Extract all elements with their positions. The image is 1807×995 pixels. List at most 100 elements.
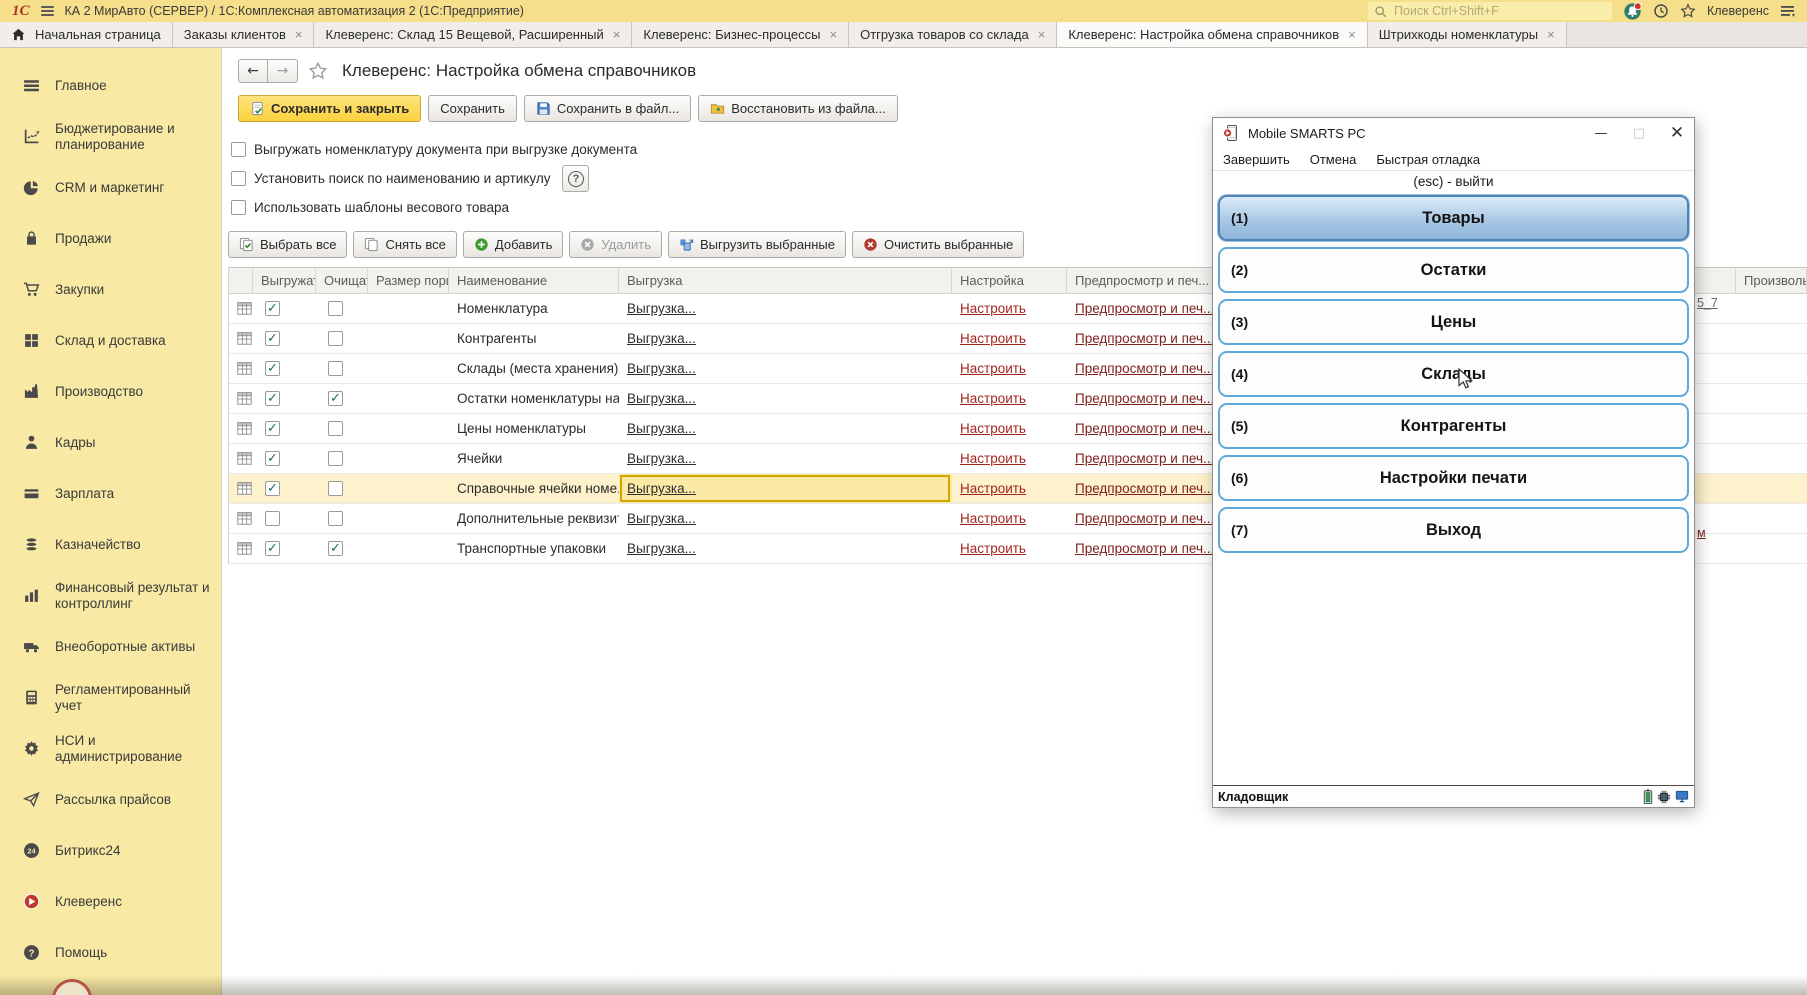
sidebar-item-6[interactable]: Производство <box>0 366 221 417</box>
preview-link[interactable]: Предпросмотр и печ... <box>1075 451 1214 466</box>
favorite-star-icon[interactable] <box>308 61 328 81</box>
configure-link[interactable]: Настроить <box>960 481 1026 496</box>
preview-link[interactable]: Предпросмотр и печ... <box>1075 391 1214 406</box>
unselect-all-button[interactable]: Снять все <box>353 231 456 258</box>
upload-checkbox[interactable] <box>265 331 280 346</box>
clear-checkbox[interactable] <box>328 541 343 556</box>
upload-link[interactable]: Выгрузка... <box>627 301 696 316</box>
sidebar-item-4[interactable]: Закупки <box>0 264 221 315</box>
window-menu-item-1[interactable]: Отмена <box>1310 152 1357 167</box>
back-button[interactable]: ← <box>238 59 268 83</box>
add-button[interactable]: Добавить <box>463 231 563 258</box>
tab-2[interactable]: Клеверенс: Склад 15 Вещевой, Расширенный… <box>314 22 632 47</box>
clear-checkbox[interactable] <box>328 421 343 436</box>
clear-checkbox[interactable] <box>328 481 343 496</box>
preview-link[interactable]: Предпросмотр и печ... <box>1075 331 1214 346</box>
notifications-bell-icon[interactable] <box>1623 2 1642 21</box>
close-tab-icon[interactable]: × <box>1038 28 1046 41</box>
clear-selected-button[interactable]: Очистить выбранные <box>852 231 1024 258</box>
help-button[interactable]: ? <box>562 165 589 192</box>
tab-1[interactable]: Заказы клиентов× <box>173 22 315 47</box>
checkbox-search-by-name[interactable] <box>231 171 246 186</box>
mobile-menu-button-3[interactable]: (3)Цены <box>1218 299 1689 345</box>
close-tab-icon[interactable]: × <box>1348 28 1356 41</box>
upload-link[interactable]: Выгрузка... <box>627 421 696 436</box>
upload-checkbox[interactable] <box>265 391 280 406</box>
configure-link[interactable]: Настроить <box>960 301 1026 316</box>
sidebar-item-0[interactable]: Главное <box>0 60 221 111</box>
sidebar-item-16[interactable]: Клеверенс <box>0 876 221 927</box>
preview-link[interactable]: Предпросмотр и печ... <box>1075 481 1214 496</box>
sidebar-item-9[interactable]: Казначейство <box>0 519 221 570</box>
minimize-icon[interactable]: — <box>1586 120 1616 146</box>
mobile-window-titlebar[interactable]: Mobile SMARTS PC — □ ✕ <box>1213 118 1694 148</box>
upload-selected-button[interactable]: Выгрузить выбранные <box>668 231 846 258</box>
preview-link[interactable]: Предпросмотр и печ... <box>1075 301 1214 316</box>
upload-checkbox[interactable] <box>265 511 280 526</box>
upload-checkbox[interactable] <box>265 541 280 556</box>
upload-link[interactable]: Выгрузка... <box>627 541 696 556</box>
sidebar-item-3[interactable]: Продажи <box>0 213 221 264</box>
upload-checkbox[interactable] <box>265 451 280 466</box>
preview-link[interactable]: Предпросмотр и печ... <box>1075 541 1214 556</box>
tab-6[interactable]: Штрихкоды номенклатуры× <box>1368 22 1567 47</box>
window-menu-item-2[interactable]: Быстрая отладка <box>1376 152 1480 167</box>
preview-link[interactable]: Предпросмотр и печ... <box>1075 361 1214 376</box>
upload-checkbox[interactable] <box>265 361 280 376</box>
sidebar-item-7[interactable]: Кадры <box>0 417 221 468</box>
upload-link[interactable]: Выгрузка... <box>627 511 696 526</box>
tab-0[interactable]: Начальная страница <box>0 22 173 47</box>
search-input[interactable] <box>1392 3 1606 19</box>
maximize-icon[interactable]: □ <box>1624 120 1654 146</box>
configure-link[interactable]: Настроить <box>960 421 1026 436</box>
restore-from-file-button[interactable]: Восстановить из файла... <box>698 95 898 122</box>
clear-checkbox[interactable] <box>328 391 343 406</box>
history-icon[interactable] <box>1653 3 1669 19</box>
close-tab-icon[interactable]: × <box>613 28 621 41</box>
configure-link[interactable]: Настроить <box>960 541 1026 556</box>
configure-link[interactable]: Настроить <box>960 361 1026 376</box>
clear-checkbox[interactable] <box>328 511 343 526</box>
current-user[interactable]: Клеверенс <box>1707 4 1769 18</box>
clear-checkbox[interactable] <box>328 301 343 316</box>
mobile-menu-button-6[interactable]: (6)Настройки печати <box>1218 455 1689 501</box>
close-tab-icon[interactable]: × <box>295 28 303 41</box>
search-box[interactable] <box>1368 2 1612 20</box>
close-tab-icon[interactable]: × <box>1547 28 1555 41</box>
mobile-menu-button-7[interactable]: (7)Выход <box>1218 507 1689 553</box>
sidebar-item-5[interactable]: Склад и доставка <box>0 315 221 366</box>
select-all-button[interactable]: Выбрать все <box>228 231 347 258</box>
close-icon[interactable]: ✕ <box>1662 120 1692 146</box>
main-menu-icon[interactable] <box>41 4 54 18</box>
upload-checkbox[interactable] <box>265 481 280 496</box>
preview-link[interactable]: Предпросмотр и печ... <box>1075 511 1214 526</box>
tab-4[interactable]: Отгрузка товаров со склада× <box>849 22 1057 47</box>
sidebar-item-2[interactable]: CRM и маркетинг <box>0 162 221 213</box>
tab-5[interactable]: Клеверенс: Настройка обмена справочников… <box>1057 22 1367 47</box>
upload-link[interactable]: Выгрузка... <box>627 451 696 466</box>
save-to-file-button[interactable]: Сохранить в файл... <box>524 95 691 122</box>
sidebar-item-14[interactable]: Рассылка прайсов <box>0 774 221 825</box>
clear-checkbox[interactable] <box>328 361 343 376</box>
window-menu-item-0[interactable]: Завершить <box>1223 152 1290 167</box>
sidebar-item-17[interactable]: ?Помощь <box>0 927 221 978</box>
close-tab-icon[interactable]: × <box>829 28 837 41</box>
sidebar-item-12[interactable]: Регламентированный учет <box>0 672 221 723</box>
configure-link[interactable]: Настроить <box>960 511 1026 526</box>
service-menu-icon[interactable] <box>1780 5 1795 18</box>
upload-link[interactable]: Выгрузка... <box>627 481 696 496</box>
upload-link[interactable]: Выгрузка... <box>627 361 696 376</box>
preview-link[interactable]: Предпросмотр и печ... <box>1075 421 1214 436</box>
save-button[interactable]: Сохранить <box>428 95 517 122</box>
sidebar-item-15[interactable]: 24Битрикс24 <box>0 825 221 876</box>
tab-3[interactable]: Клеверенс: Бизнес-процессы× <box>632 22 849 47</box>
sidebar-item-8[interactable]: Зарплата <box>0 468 221 519</box>
sidebar-item-11[interactable]: Внеоборотные активы <box>0 621 221 672</box>
forward-button[interactable]: → <box>268 59 298 83</box>
clear-checkbox[interactable] <box>328 331 343 346</box>
upload-checkbox[interactable] <box>265 421 280 436</box>
sidebar-item-13[interactable]: НСИ и администрирование <box>0 723 221 774</box>
mobile-menu-button-4[interactable]: (4)Склады <box>1218 351 1689 397</box>
checkbox-weight-templates[interactable] <box>231 200 246 215</box>
checkbox-upload-nomenclature[interactable] <box>231 142 246 157</box>
